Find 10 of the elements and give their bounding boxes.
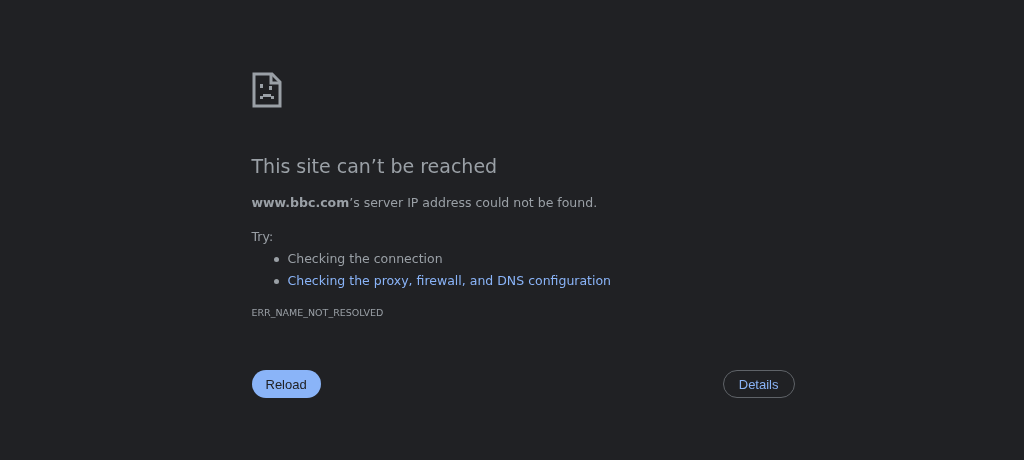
sad-page-icon	[251, 72, 282, 108]
suggestion-text: Checking the connection	[287, 250, 443, 268]
bullet-icon	[273, 256, 279, 262]
try-label: Try:	[251, 228, 274, 246]
error-message: www.bbc.com’s server IP address could not be found.	[251, 194, 598, 212]
reload-button[interactable]: Reload	[251, 370, 321, 398]
bullet-icon	[273, 278, 279, 284]
error-heading: This site can’t be reached	[251, 154, 499, 178]
suggestion-link[interactable]: Checking the proxy, firewall, and DNS configuration	[287, 272, 612, 290]
error-code: ERR_NAME_NOT_RESOLVED	[251, 306, 384, 320]
